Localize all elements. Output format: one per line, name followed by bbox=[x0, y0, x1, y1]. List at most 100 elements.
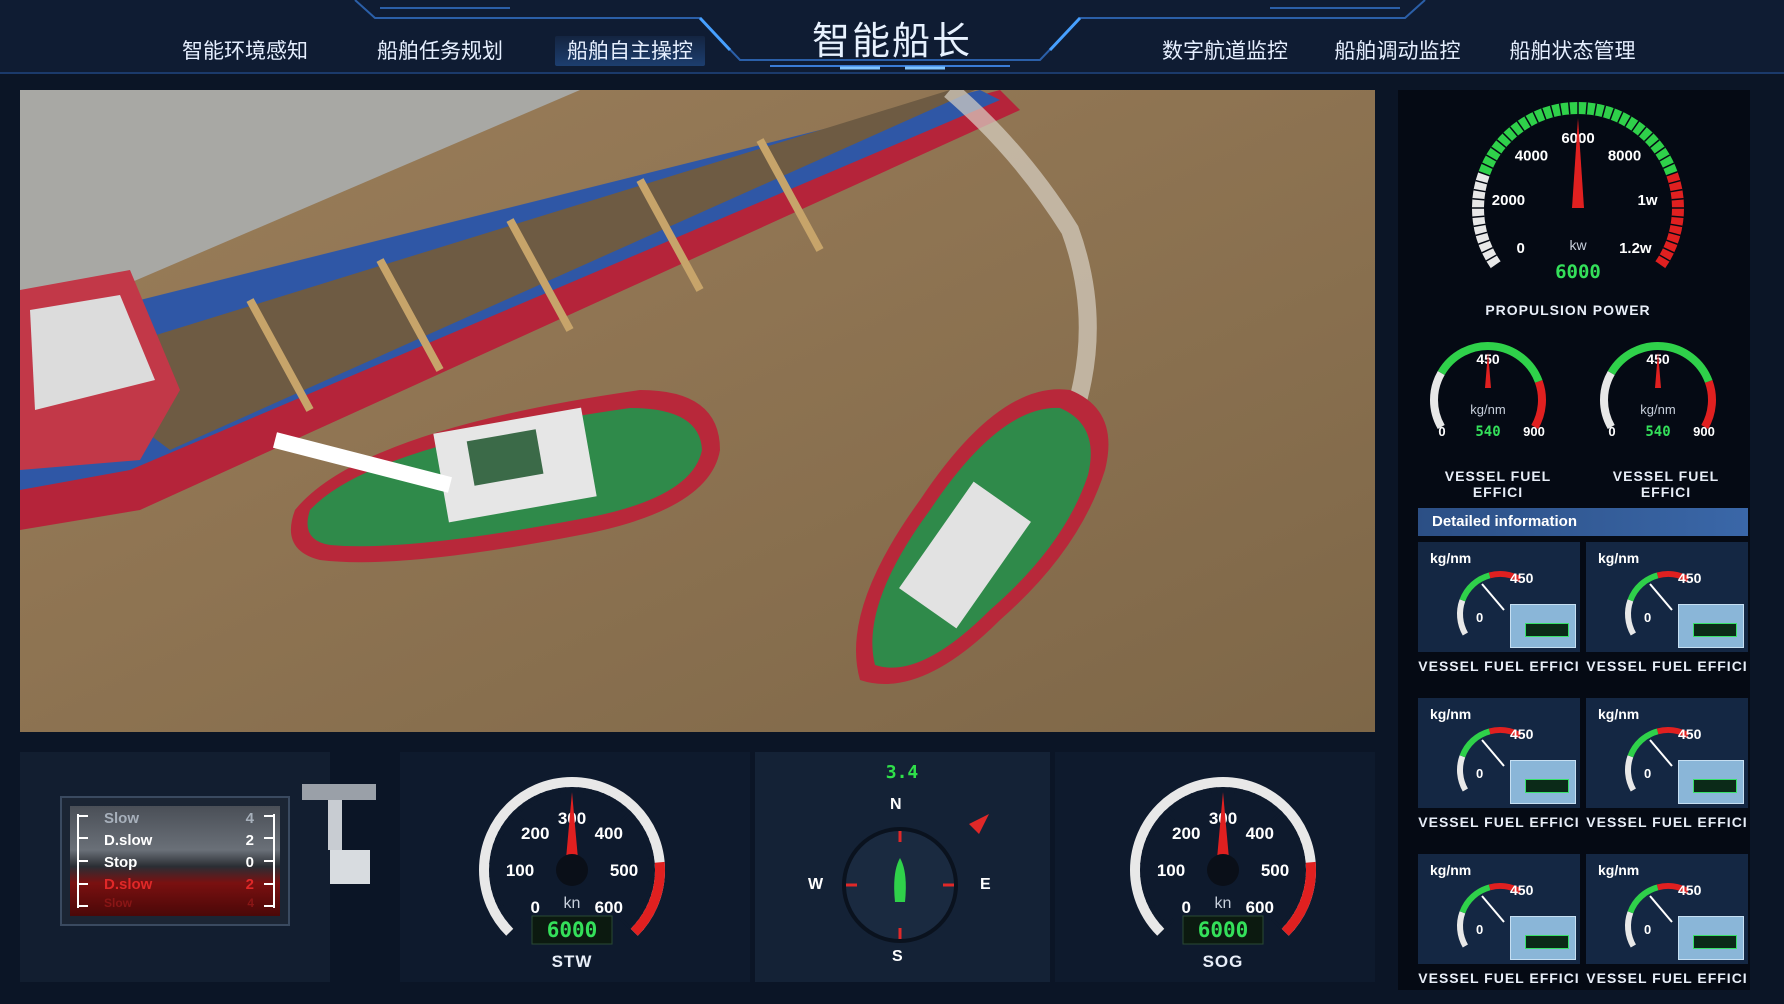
propulsion-power-gauge: 020004000600080001w1.2wkw6000 bbox=[1472, 102, 1684, 283]
aerial-camera-view[interactable] bbox=[20, 90, 1375, 732]
fuel-gauge-2-label: VESSEL FUEL EFFICI bbox=[1612, 468, 1720, 500]
detail-max: 450 bbox=[1510, 570, 1534, 586]
sog-tick-label: 500 bbox=[1261, 861, 1289, 880]
sog-gauge: 0100200300400500600kn6000 bbox=[1130, 777, 1316, 945]
propulsion-tick-label: 1w bbox=[1638, 192, 1658, 209]
detail-fuel-cell[interactable]: kg/nm 450 0 bbox=[1586, 542, 1748, 652]
stw-readout: 6000 bbox=[547, 918, 598, 942]
engine-telegraph[interactable]: Slow 4 D.slow 2 Stop 0 D.slow 2 Slow 4 bbox=[60, 796, 290, 926]
detail-max: 450 bbox=[1510, 726, 1534, 742]
detail-min: 0 bbox=[1476, 766, 1484, 781]
detail-unit: kg/nm bbox=[1598, 550, 1640, 566]
compass-south: S bbox=[892, 948, 903, 965]
fuel-gauge-readout: 540 bbox=[1475, 424, 1500, 440]
telegraph-row-stop[interactable]: Stop 0 bbox=[104, 854, 254, 871]
telegraph-row-dslow-astern[interactable]: D.slow 2 bbox=[104, 876, 254, 893]
detail-unit: kg/nm bbox=[1430, 862, 1472, 878]
fuel-gauge-max: 900 bbox=[1523, 424, 1545, 439]
detail-lcd-display bbox=[1510, 760, 1576, 804]
detail-fuel-label: VESSEL FUEL EFFICI bbox=[1418, 970, 1580, 986]
fuel-gauge-2: 450kg/nm0900540 bbox=[1600, 342, 1716, 440]
detail-min: 0 bbox=[1476, 922, 1484, 937]
detail-lcd-screen bbox=[1693, 623, 1737, 637]
telegraph-row-dslow-ahead[interactable]: D.slow 2 bbox=[104, 832, 254, 849]
sog-tick-label: 0 bbox=[1181, 898, 1190, 917]
propulsion-tick-label: 2000 bbox=[1492, 192, 1525, 209]
detail-lcd-display bbox=[1678, 760, 1744, 804]
propulsion-tick-label: 1.2w bbox=[1619, 240, 1652, 257]
heading-readout: 3.4 bbox=[885, 762, 919, 783]
top-nav-bar: 智能环境感知 船舶任务规划 船舶自主操控 智能船长 数字航道监控 船舶调动监控 … bbox=[0, 0, 1784, 74]
nav-status-management[interactable]: 船舶状态管理 bbox=[1495, 36, 1650, 66]
sog-tick-label: 100 bbox=[1157, 861, 1185, 880]
propulsion-label: PROPULSION POWER bbox=[1485, 302, 1651, 318]
nav-digital-channel[interactable]: 数字航道监控 bbox=[1150, 36, 1300, 66]
detail-fuel-cell[interactable]: kg/nm 450 0 bbox=[1586, 698, 1748, 808]
nav-autonomous-control[interactable]: 船舶自主操控 bbox=[555, 36, 705, 66]
detail-fuel-label: VESSEL FUEL EFFICI bbox=[1586, 658, 1748, 674]
detail-lcd-screen bbox=[1525, 779, 1569, 793]
page-title: 智能船长 bbox=[811, 19, 972, 63]
detail-lcd-screen bbox=[1525, 935, 1569, 949]
aerial-scene bbox=[20, 90, 1375, 732]
telegraph-lever-handle[interactable] bbox=[300, 780, 380, 890]
detail-max: 450 bbox=[1678, 726, 1702, 742]
detail-lcd-display bbox=[1510, 604, 1576, 648]
detail-lcd-screen bbox=[1693, 779, 1737, 793]
detail-unit: kg/nm bbox=[1430, 550, 1472, 566]
telegraph-scale-right bbox=[264, 814, 275, 908]
detail-fuel-cell[interactable]: kg/nm 450 0 bbox=[1418, 698, 1580, 808]
telegraph-row-slow-astern[interactable]: Slow 4 bbox=[104, 896, 254, 910]
fuel-gauge-readout: 540 bbox=[1645, 424, 1670, 440]
detailed-information-header[interactable]: Detailed information bbox=[1418, 508, 1748, 536]
detail-min: 0 bbox=[1476, 610, 1484, 625]
detail-fuel-cell[interactable]: kg/nm 450 0 bbox=[1586, 854, 1748, 964]
propulsion-readout: 6000 bbox=[1555, 261, 1601, 283]
detail-fuel-cell[interactable]: kg/nm 450 0 bbox=[1418, 542, 1580, 652]
stw-unit: kn bbox=[564, 895, 581, 912]
detail-fuel-cell[interactable]: kg/nm 450 0 bbox=[1418, 854, 1580, 964]
detail-fuel-label: VESSEL FUEL EFFICI bbox=[1586, 814, 1748, 830]
detail-fuel-label: VESSEL FUEL EFFICI bbox=[1418, 658, 1580, 674]
detail-min: 0 bbox=[1644, 610, 1652, 625]
detail-lcd-display bbox=[1678, 916, 1744, 960]
sog-unit: kn bbox=[1215, 895, 1232, 912]
fuel-gauge-min: 0 bbox=[1438, 424, 1445, 439]
propulsion-tick-label: 8000 bbox=[1608, 148, 1641, 165]
stw-tick-label: 100 bbox=[506, 861, 534, 880]
sog-tick-label: 400 bbox=[1246, 824, 1274, 843]
fuel-gauge-max: 900 bbox=[1693, 424, 1715, 439]
nav-dispatch-monitor[interactable]: 船舶调动监控 bbox=[1320, 36, 1475, 66]
nav-environment[interactable]: 智能环境感知 bbox=[170, 36, 320, 66]
telegraph-row-slow-ahead[interactable]: Slow 4 bbox=[104, 810, 254, 827]
detail-lcd-screen bbox=[1525, 623, 1569, 637]
detail-min: 0 bbox=[1644, 922, 1652, 937]
detail-unit: kg/nm bbox=[1430, 706, 1472, 722]
nav-task-planning[interactable]: 船舶任务规划 bbox=[365, 36, 515, 66]
detail-max: 450 bbox=[1678, 882, 1702, 898]
compass-west: W bbox=[808, 876, 824, 893]
detail-fuel-label: VESSEL FUEL EFFICI bbox=[1586, 970, 1748, 986]
propulsion-tick-label: 4000 bbox=[1515, 148, 1548, 165]
stw-tick-label: 0 bbox=[530, 898, 539, 917]
app-root: 智能环境感知 船舶任务规划 船舶自主操控 智能船长 数字航道监控 船舶调动监控 … bbox=[0, 0, 1784, 1004]
stw-label: STW bbox=[551, 952, 593, 971]
fuel-gauge-min: 0 bbox=[1608, 424, 1615, 439]
title-box: 智能船长 bbox=[720, 0, 1064, 70]
propulsion-unit: kw bbox=[1569, 237, 1587, 253]
detail-lcd-display bbox=[1678, 604, 1744, 648]
compass-east: E bbox=[980, 876, 991, 893]
detail-lcd-screen bbox=[1693, 935, 1737, 949]
detail-max: 450 bbox=[1510, 882, 1534, 898]
compass-north: N bbox=[890, 796, 902, 813]
detail-min: 0 bbox=[1644, 766, 1652, 781]
detail-lcd-display bbox=[1510, 916, 1576, 960]
stw-tick-label: 200 bbox=[521, 824, 549, 843]
sog-tick-label: 200 bbox=[1172, 824, 1200, 843]
fuel-gauge-1: 450kg/nm0900540 bbox=[1430, 342, 1546, 440]
telegraph-scale-left bbox=[77, 814, 88, 908]
sog-readout: 6000 bbox=[1198, 918, 1249, 942]
stw-tick-label: 600 bbox=[595, 898, 623, 917]
stw-tick-label: 400 bbox=[595, 824, 623, 843]
sog-tick-label: 600 bbox=[1246, 898, 1274, 917]
